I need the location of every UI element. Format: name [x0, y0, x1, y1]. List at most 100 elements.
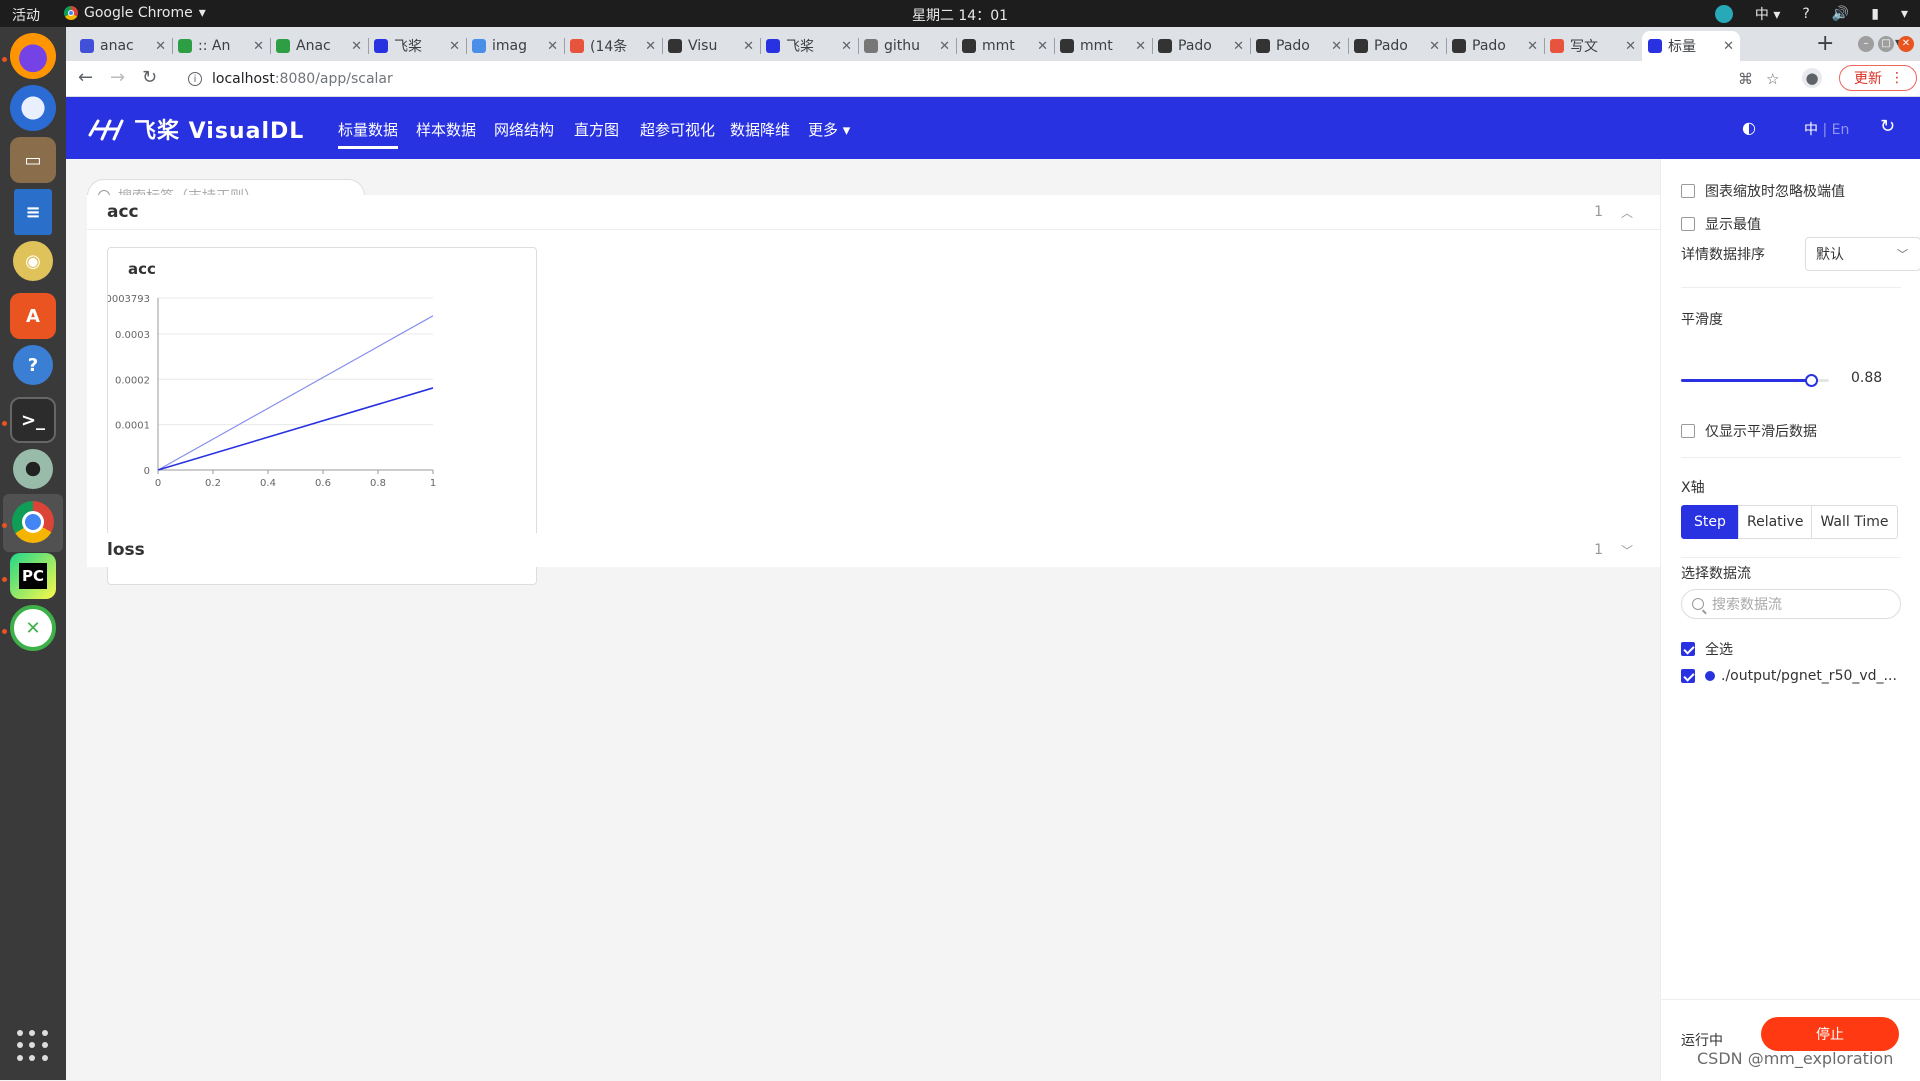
smoothing-slider[interactable] — [1681, 374, 1829, 387]
only-smoothed-checkbox[interactable]: 仅显示平滑后数据 — [1681, 421, 1817, 441]
maximize-button[interactable]: □ — [1878, 36, 1894, 52]
acc-line-chart[interactable]: 0 0.0001 0.0002 0.0003 0.0003793 0 0.2 0.4 0.6 0.… — [108, 284, 536, 544]
theme-toggle-icon[interactable]: ◐ — [1742, 118, 1756, 137]
close-tab-icon[interactable]: ✕ — [939, 39, 950, 54]
ignore-outliers-checkbox[interactable]: 图表缩放时忽略极端值 — [1681, 181, 1845, 201]
close-tab-icon[interactable]: ✕ — [449, 39, 460, 54]
series-line-smoothed[interactable] — [157, 387, 434, 471]
software-center-icon[interactable]: A — [10, 293, 56, 339]
nav-item-1[interactable]: 样本数据 — [416, 119, 476, 140]
power-menu-icon[interactable]: ▾ — [1901, 6, 1908, 22]
help-icon[interactable]: ? — [1802, 6, 1809, 22]
reload-icon[interactable]: ↻ — [142, 67, 157, 88]
nav-item-3[interactable]: 直方图 — [574, 119, 619, 140]
show-extremes-checkbox[interactable]: 显示最值 — [1681, 214, 1761, 234]
refresh-icon[interactable]: ↻ — [1880, 116, 1895, 137]
nav-item-5[interactable]: 数据降维 — [730, 119, 790, 140]
close-tab-icon[interactable]: ✕ — [743, 39, 754, 54]
nav-item-0[interactable]: 标量数据 — [338, 119, 399, 149]
ime-indicator[interactable]: 中 ▾ — [1755, 4, 1780, 24]
browser-tab[interactable]: Visu ✕ — [662, 31, 760, 61]
close-tab-icon[interactable]: ✕ — [1723, 39, 1734, 54]
browser-tab[interactable]: Pado ✕ — [1348, 31, 1446, 61]
slider-handle[interactable] — [1805, 374, 1819, 387]
browser-tab[interactable]: Pado ✕ — [1152, 31, 1250, 61]
chevron-down-icon[interactable]: ﹀ — [1621, 542, 1633, 559]
stop-button[interactable]: 停止 — [1761, 1017, 1899, 1051]
smoothing-value[interactable]: 0.88 — [1851, 370, 1882, 386]
close-tab-icon[interactable]: ✕ — [1233, 39, 1244, 54]
close-tab-icon[interactable]: ✕ — [1135, 39, 1146, 54]
browser-tab[interactable]: Pado ✕ — [1250, 31, 1348, 61]
update-button[interactable]: 更新 ⋮ — [1839, 65, 1917, 91]
volume-icon[interactable]: 🔊 — [1832, 6, 1849, 22]
close-tab-icon[interactable]: ✕ — [1625, 39, 1636, 54]
run-checkbox[interactable]: ./output/pgnet_r50_vd_... — [1681, 668, 1897, 684]
stream-search-input[interactable]: 搜索数据流 — [1681, 589, 1901, 619]
translate-icon[interactable]: ⌘ — [1738, 70, 1753, 88]
firefox-icon[interactable] — [10, 33, 56, 79]
terminal-icon[interactable]: >_ — [10, 397, 56, 443]
browser-tab[interactable]: 标量 ✕ — [1642, 31, 1740, 61]
pycharm-icon[interactable]: PC — [10, 553, 56, 599]
browser-tab[interactable]: 飞桨 ✕ — [368, 31, 466, 61]
browser-tab[interactable]: (14条 ✕ — [564, 31, 662, 61]
nav-item-6[interactable]: 更多 ▾ — [808, 119, 850, 140]
browser-tab[interactable]: mmt ✕ — [1054, 31, 1152, 61]
anaconda-navigator-icon[interactable]: ✕ — [10, 605, 56, 651]
language-switch[interactable]: 中 | En — [1804, 119, 1849, 139]
help-app-icon[interactable]: ? — [13, 345, 53, 385]
clock[interactable]: 星期二 14：01 — [912, 8, 1008, 24]
group-header-acc[interactable]: acc 1 ︿ — [87, 195, 1661, 230]
browser-tab[interactable]: githu ✕ — [858, 31, 956, 61]
group-header-loss[interactable]: loss 1 ﹀ — [87, 533, 1661, 567]
xaxis-walltime-button[interactable]: Wall Time — [1811, 505, 1898, 539]
thunderbird-icon[interactable] — [10, 85, 56, 131]
close-tab-icon[interactable]: ✕ — [253, 39, 264, 54]
browser-tab[interactable]: 飞桨 ✕ — [760, 31, 858, 61]
browser-tab[interactable]: Pado ✕ — [1446, 31, 1544, 61]
browser-tab[interactable]: mmt ✕ — [956, 31, 1054, 61]
sync-icon[interactable] — [1714, 5, 1733, 23]
writer-icon[interactable]: ≡ — [14, 189, 52, 235]
browser-tab[interactable]: :: An ✕ — [172, 31, 270, 61]
nav-item-2[interactable]: 网络结构 — [494, 119, 554, 140]
activities-button[interactable]: 活动 — [12, 5, 40, 25]
lang-en[interactable]: En — [1832, 122, 1850, 138]
profile-icon[interactable]: ● — [1802, 68, 1822, 88]
browser-tab[interactable]: anac ✕ — [74, 31, 172, 61]
battery-icon[interactable]: ▮ — [1871, 6, 1879, 22]
xaxis-relative-button[interactable]: Relative — [1738, 505, 1813, 539]
chrome-dock-icon[interactable] — [12, 501, 54, 543]
series-line-raw[interactable] — [157, 315, 434, 471]
show-applications-icon[interactable] — [17, 1030, 49, 1062]
close-tab-icon[interactable]: ✕ — [841, 39, 852, 54]
files-icon[interactable]: ▭ — [10, 137, 56, 183]
close-window-button[interactable]: ✕ — [1898, 36, 1914, 52]
eye-of-gnome-icon[interactable] — [13, 449, 53, 489]
close-tab-icon[interactable]: ✕ — [547, 39, 558, 54]
visualdl-logo[interactable]: 飞桨 VisualDL — [88, 113, 304, 145]
site-info-icon[interactable]: i — [188, 72, 202, 86]
close-tab-icon[interactable]: ✕ — [155, 39, 166, 54]
app-menu[interactable]: Google Chrome ▾ — [64, 5, 206, 21]
rhythmbox-icon[interactable]: ◉ — [13, 241, 53, 281]
browser-tab[interactable]: 写文 ✕ — [1544, 31, 1642, 61]
back-icon[interactable]: ← — [78, 67, 93, 88]
close-tab-icon[interactable]: ✕ — [645, 39, 656, 54]
address-bar[interactable]: i localhost:8080/app/scalar — [176, 65, 1736, 93]
chevron-up-icon[interactable]: ︿ — [1621, 204, 1633, 221]
xaxis-step-button[interactable]: Step — [1681, 505, 1739, 539]
minimize-button[interactable]: – — [1858, 36, 1874, 52]
bookmark-star-icon[interactable]: ☆ — [1766, 70, 1779, 88]
browser-tab[interactable]: imag ✕ — [466, 31, 564, 61]
close-tab-icon[interactable]: ✕ — [1527, 39, 1538, 54]
close-tab-icon[interactable]: ✕ — [1037, 39, 1048, 54]
close-tab-icon[interactable]: ✕ — [1331, 39, 1342, 54]
new-tab-button[interactable]: + — [1816, 31, 1834, 56]
close-tab-icon[interactable]: ✕ — [351, 39, 362, 54]
close-tab-icon[interactable]: ✕ — [1429, 39, 1440, 54]
lang-zh[interactable]: 中 — [1804, 122, 1818, 138]
browser-tab[interactable]: Anac ✕ — [270, 31, 368, 61]
sort-select[interactable]: 默认 ﹀ — [1805, 237, 1920, 271]
